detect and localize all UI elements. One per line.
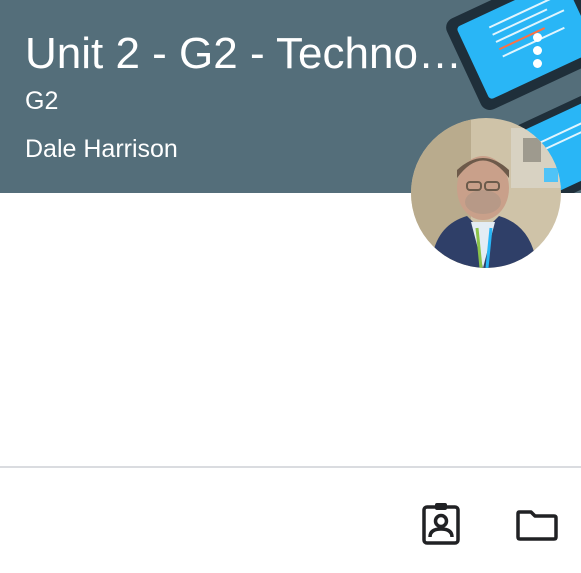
card-divider — [0, 466, 581, 468]
assignment-ind-icon — [422, 503, 460, 545]
teacher-name: Dale Harrison — [25, 135, 178, 163]
class-title[interactable]: Unit 2 - G2 - Technology — [25, 28, 465, 80]
your-work-button[interactable] — [417, 501, 465, 549]
class-section: G2 — [25, 87, 59, 115]
class-card[interactable]: Unit 2 - G2 - Technology G2 Dale Harriso… — [0, 0, 581, 573]
open-folder-button[interactable] — [513, 501, 561, 549]
folder-icon — [516, 510, 558, 541]
teacher-avatar — [411, 118, 561, 268]
more-options-button[interactable] — [520, 30, 556, 70]
